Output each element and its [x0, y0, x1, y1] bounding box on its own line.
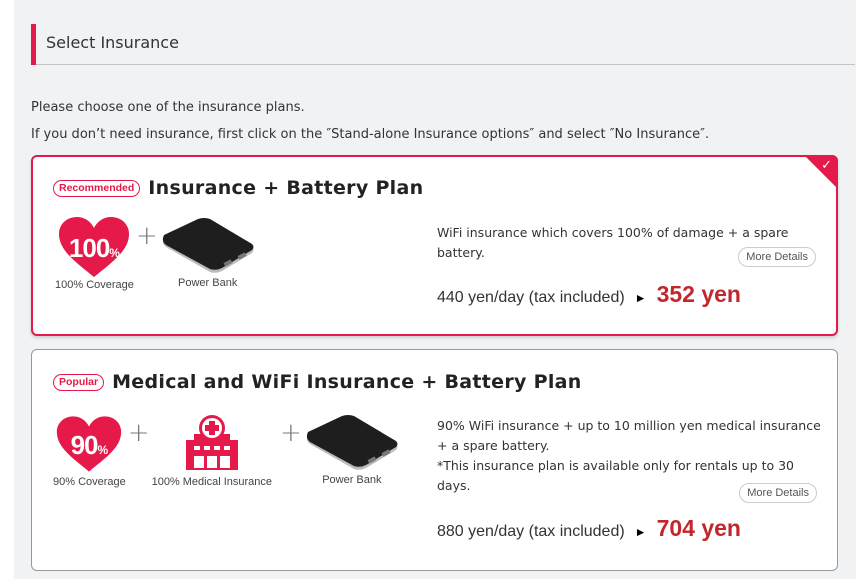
checkmark-icon: ✓ [821, 158, 832, 173]
item-coverage: 90% 90% Coverage [53, 414, 126, 488]
item-medical: 100% Medical Insurance [152, 414, 272, 488]
plus-icon: + [135, 221, 158, 251]
more-details-button[interactable]: More Details [738, 247, 816, 267]
plan-title-row: Popular Medical and WiFi Insurance + Bat… [53, 371, 582, 393]
percent-sign: % [97, 443, 109, 457]
price-final: 704 yen [656, 515, 741, 541]
item-power-bank: Power Bank [304, 414, 400, 486]
heart-100-icon: 100% [57, 217, 131, 277]
popular-badge: Popular [53, 373, 105, 391]
item-power-bank: Power Bank [160, 217, 256, 289]
plus-icon: + [280, 418, 302, 448]
plan-title-row: Recommended Insurance + Battery Plan [53, 177, 423, 199]
page-container: Select Insurance Please choose one of th… [14, 0, 856, 579]
price-row: 440 yen/day (tax included) ► 352 yen [437, 281, 741, 308]
heart-90-icon: 90% [55, 414, 123, 474]
arrow-right-icon: ► [634, 525, 647, 539]
price-base: 880 yen/day (tax included) [437, 523, 625, 540]
more-details-button[interactable]: More Details [739, 483, 817, 503]
plan-items: 90% 90% Coverage + 100% Medical Insuranc… [53, 414, 400, 488]
intro-text: Please choose one of the insurance plans… [31, 94, 709, 148]
hospital-icon [185, 415, 238, 470]
price-base: 440 yen/day (tax included) [437, 289, 625, 306]
intro-line-2: If you don’t need insurance, first click… [31, 127, 710, 142]
item-coverage: 100% 100% Coverage [55, 217, 134, 291]
item-label: 90% Coverage [53, 476, 126, 488]
recommended-badge: Recommended [53, 179, 141, 197]
section-title: Select Insurance [46, 33, 179, 52]
coverage-percent: 100 [68, 233, 110, 263]
plus-icon: + [127, 418, 150, 448]
section-header: Select Insurance [31, 24, 855, 65]
intro-line-1: Please choose one of the insurance plans… [31, 100, 305, 115]
price-row: 880 yen/day (tax included) ► 704 yen [437, 515, 741, 542]
item-label: Power Bank [178, 277, 238, 289]
item-label: 100% Medical Insurance [151, 476, 273, 488]
power-bank-icon [306, 415, 398, 470]
arrow-right-icon: ► [634, 291, 647, 305]
power-bank-icon [162, 218, 254, 273]
section-accent-bar [31, 24, 36, 65]
description-line-1: 90% WiFi insurance + up to 10 million ye… [437, 418, 821, 453]
item-label: 100% Coverage [55, 279, 134, 291]
plan-card-insurance-battery[interactable]: ✓ Recommended Insurance + Battery Plan 1… [31, 155, 838, 336]
plan-card-medical-wifi-battery[interactable]: Popular Medical and WiFi Insurance + Bat… [31, 349, 838, 571]
plan-items: 100% 100% Coverage + Power Bank [55, 217, 256, 291]
plan-title: Insurance + Battery Plan [148, 177, 424, 199]
item-label: Power Bank [322, 474, 382, 486]
percent-sign: % [109, 246, 120, 260]
price-final: 352 yen [656, 281, 741, 307]
coverage-percent: 90 [70, 430, 99, 460]
plan-title: Medical and WiFi Insurance + Battery Pla… [112, 371, 582, 393]
